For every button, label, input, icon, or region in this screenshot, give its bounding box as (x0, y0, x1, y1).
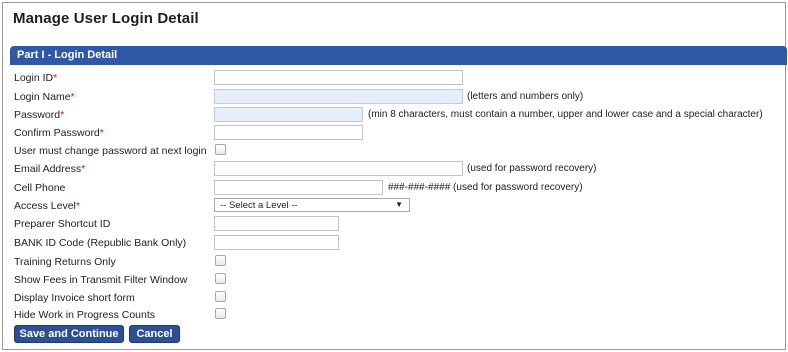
section-header: Part I - Login Detail (10, 46, 787, 65)
email-input[interactable] (214, 161, 463, 176)
email-hint: (used for password recovery) (467, 163, 597, 174)
access-level-row: Access Level* -- Select a Level -- ▼ (14, 198, 784, 216)
cell-phone-label: Cell Phone (14, 182, 66, 194)
access-level-select[interactable]: -- Select a Level -- ▼ (214, 198, 410, 212)
cell-phone-input[interactable] (214, 180, 383, 195)
hide-wip-row: Hide Work in Progress Counts (14, 307, 784, 325)
login-name-row: Login Name* (letters and numbers only) (14, 89, 784, 107)
bank-id-label: BANK ID Code (Republic Bank Only) (14, 237, 187, 249)
show-fees-checkbox[interactable] (215, 273, 226, 284)
invoice-short-label: Display Invoice short form (14, 292, 135, 304)
cancel-button[interactable]: Cancel (129, 325, 180, 343)
password-hint: (min 8 characters, must contain a number… (368, 109, 763, 120)
login-id-row: Login ID* (14, 70, 784, 88)
show-fees-label: Show Fees in Transmit Filter Window (14, 274, 188, 286)
must-change-label: User must change password at next login (14, 145, 207, 157)
bank-id-row: BANK ID Code (Republic Bank Only) (14, 235, 784, 253)
login-name-input[interactable] (214, 89, 463, 104)
must-change-checkbox[interactable] (215, 144, 226, 155)
confirm-password-row: Confirm Password* (14, 125, 784, 143)
email-row: Email Address* (used for password recove… (14, 161, 784, 179)
login-id-input[interactable] (214, 70, 463, 85)
login-name-label: Login Name* (14, 91, 75, 103)
cell-phone-hint: ###-###-#### (used for password recovery… (388, 182, 583, 193)
preparer-shortcut-input[interactable] (214, 216, 339, 231)
invoice-short-row: Display Invoice short form (14, 290, 784, 308)
access-level-selected: -- Select a Level -- (220, 200, 298, 211)
training-returns-label: Training Returns Only (14, 256, 116, 268)
page-title: Manage User Login Detail (13, 10, 199, 27)
preparer-shortcut-row: Preparer Shortcut ID (14, 216, 784, 234)
hide-wip-label: Hide Work in Progress Counts (14, 309, 156, 321)
bank-id-input[interactable] (214, 235, 339, 250)
password-row: Password* (min 8 characters, must contai… (14, 107, 788, 125)
confirm-password-input[interactable] (214, 125, 363, 140)
show-fees-row: Show Fees in Transmit Filter Window (14, 272, 784, 290)
invoice-short-checkbox[interactable] (215, 291, 226, 302)
login-name-hint: (letters and numbers only) (467, 91, 584, 102)
confirm-password-label: Confirm Password* (14, 127, 104, 139)
password-input[interactable] (214, 107, 363, 122)
save-and-continue-button[interactable]: Save and Continue (14, 325, 124, 343)
email-label: Email Address* (14, 163, 86, 175)
chevron-down-icon: ▼ (395, 200, 403, 209)
access-level-label: Access Level* (14, 200, 80, 212)
password-label: Password* (14, 109, 65, 121)
cell-phone-row: Cell Phone ###-###-#### (used for passwo… (14, 180, 784, 198)
login-id-label: Login ID* (14, 72, 58, 84)
training-returns-row: Training Returns Only (14, 254, 784, 272)
training-returns-checkbox[interactable] (215, 255, 226, 266)
preparer-shortcut-label: Preparer Shortcut ID (14, 218, 111, 230)
must-change-row: User must change password at next login (14, 143, 784, 161)
hide-wip-checkbox[interactable] (215, 308, 226, 319)
